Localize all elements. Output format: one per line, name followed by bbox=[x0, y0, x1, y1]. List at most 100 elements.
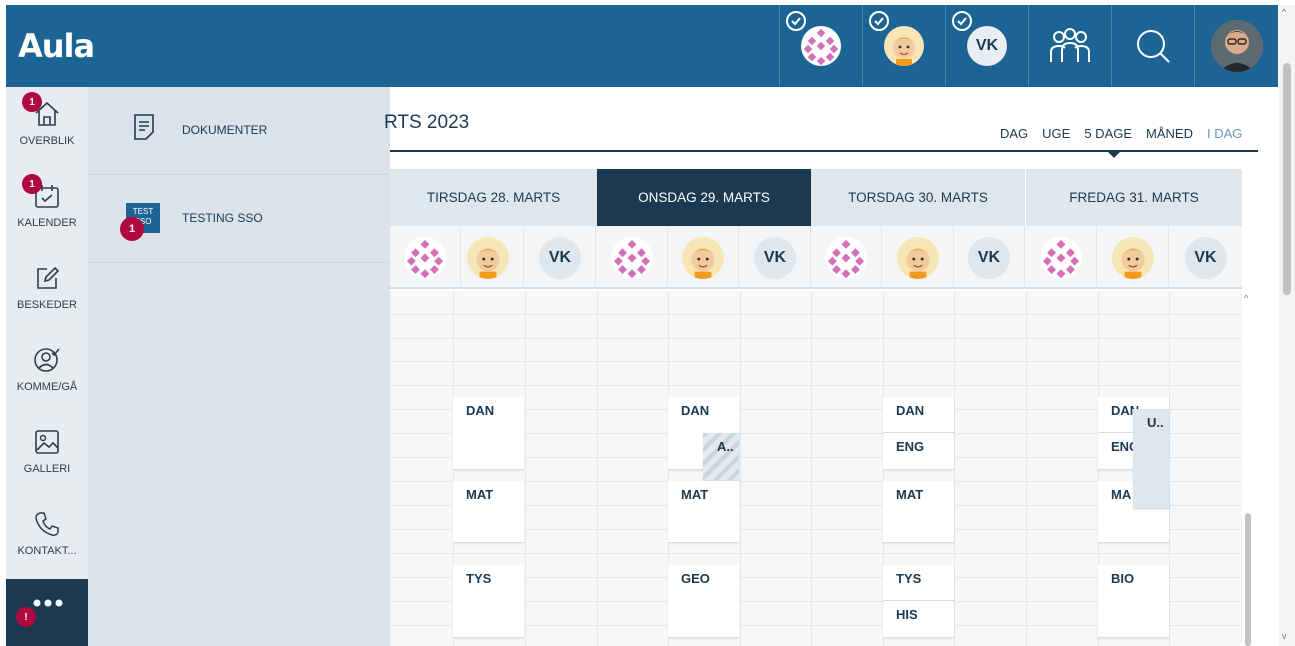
more-flyout-menu: DOKUMENTER TEST SSO 1 TESTING SSO bbox=[88, 87, 390, 646]
profile-pattern[interactable] bbox=[1026, 226, 1097, 289]
event-tue-mat[interactable]: MAT bbox=[453, 481, 524, 543]
aula-logo[interactable]: Aula bbox=[18, 27, 95, 65]
schedule-grid[interactable]: DAN MAT TYS DAN A.. MAT GEO DAN ENG MAT … bbox=[390, 291, 1242, 646]
pattern-avatar bbox=[404, 236, 446, 279]
search-icon bbox=[1137, 30, 1170, 63]
event-thu-dan[interactable]: DAN bbox=[883, 397, 954, 433]
nav-item-overblik[interactable]: OVERBLIK 1 bbox=[6, 87, 88, 169]
profile-vk[interactable]: VK bbox=[740, 226, 811, 289]
profile-child[interactable] bbox=[883, 226, 954, 289]
event-wed-overlay[interactable]: A.. bbox=[703, 433, 739, 481]
event-wed-geo[interactable]: GEO bbox=[668, 565, 739, 638]
child-avatar bbox=[1112, 236, 1154, 279]
vk-avatar: VK bbox=[967, 26, 1007, 66]
pattern-avatar bbox=[611, 236, 653, 279]
profile-pattern[interactable] bbox=[597, 226, 668, 289]
event-thu-mat[interactable]: MAT bbox=[883, 481, 954, 543]
flyout-label-dokumenter: DOKUMENTER bbox=[182, 123, 268, 137]
event-wed-mat[interactable]: MAT bbox=[668, 481, 739, 543]
person-check-icon bbox=[32, 345, 62, 375]
pattern-avatar bbox=[801, 26, 841, 66]
day-header-thu[interactable]: TORSDAG 30. MARTS bbox=[811, 169, 1025, 226]
child-avatar bbox=[897, 236, 939, 279]
profile-vk[interactable]: VK bbox=[954, 226, 1025, 289]
nav-item-kontakt[interactable]: KONTAKT... bbox=[6, 497, 88, 579]
active-tab-pointer bbox=[1107, 151, 1121, 158]
grid-scroll-up-icon[interactable]: ^ bbox=[1244, 293, 1248, 303]
child-avatar bbox=[682, 236, 724, 279]
profile-vk[interactable]: VK bbox=[525, 226, 596, 289]
profile-child[interactable] bbox=[668, 226, 739, 289]
scroll-up-icon[interactable]: ^ bbox=[1282, 7, 1286, 17]
pattern-avatar bbox=[1040, 236, 1082, 279]
page-scrollbar[interactable]: ^ v bbox=[1279, 5, 1295, 646]
document-icon bbox=[134, 114, 154, 140]
groups-icon bbox=[1050, 28, 1090, 62]
nav-label-overblik: OVERBLIK bbox=[19, 135, 75, 147]
nav-item-galleri[interactable]: GALLERI bbox=[6, 415, 88, 497]
user-avatar bbox=[1210, 20, 1263, 72]
grid-scrollbar[interactable]: ^ bbox=[1243, 291, 1255, 646]
header-divider bbox=[390, 150, 1258, 152]
top-header: Aula VK bbox=[6, 5, 1278, 87]
search-button[interactable] bbox=[1111, 5, 1194, 87]
vk-avatar: VK bbox=[539, 236, 581, 279]
groups-button[interactable] bbox=[1028, 5, 1111, 87]
tab-dag[interactable]: DAG bbox=[1000, 126, 1028, 141]
grid-scroll-thumb[interactable] bbox=[1245, 513, 1251, 646]
event-thu-eng[interactable]: ENG bbox=[883, 433, 954, 470]
image-icon bbox=[32, 427, 62, 457]
tab-uge[interactable]: UGE bbox=[1042, 126, 1070, 141]
profile-filter-row: VK VK VK VK bbox=[390, 226, 1242, 289]
notification-badge: 1 bbox=[22, 174, 42, 194]
child-profile-2[interactable] bbox=[862, 5, 945, 87]
alert-badge: ! bbox=[16, 607, 36, 627]
pattern-avatar bbox=[825, 236, 867, 279]
nav-item-komme-ga[interactable]: KOMME/GÅ bbox=[6, 333, 88, 415]
event-tue-tys[interactable]: TYS bbox=[453, 565, 524, 638]
nav-label-beskeder: BESKEDER bbox=[17, 299, 77, 311]
profile-vk[interactable]: VK bbox=[1169, 226, 1242, 289]
event-thu-his[interactable]: HIS bbox=[883, 601, 954, 638]
user-profile-button[interactable] bbox=[1194, 5, 1278, 87]
profile-child[interactable] bbox=[453, 226, 524, 289]
nav-item-kalender[interactable]: KALENDER 1 bbox=[6, 169, 88, 251]
view-tabs: DAG UGE 5 DAGE MÅNED I DAG bbox=[1000, 126, 1242, 141]
day-header-fri[interactable]: FREDAG 31. MARTS bbox=[1026, 169, 1242, 226]
check-icon bbox=[786, 11, 806, 31]
scroll-down-icon[interactable]: v bbox=[1282, 631, 1287, 641]
child-avatar bbox=[884, 26, 924, 66]
flyout-item-dokumenter[interactable]: DOKUMENTER bbox=[88, 87, 390, 175]
tab-5-dage[interactable]: 5 DAGE bbox=[1084, 126, 1132, 141]
nav-label-kalender: KALENDER bbox=[17, 217, 77, 229]
day-header-tue[interactable]: TIRSDAG 28. MARTS bbox=[390, 169, 597, 226]
more-dots-icon bbox=[33, 599, 63, 607]
phone-icon bbox=[32, 509, 62, 539]
profile-vk[interactable]: VK bbox=[945, 5, 1028, 87]
event-fri-bio[interactable]: BIO bbox=[1098, 565, 1169, 638]
tab-maned[interactable]: MÅNED bbox=[1146, 126, 1193, 141]
edit-icon bbox=[32, 263, 62, 293]
child-profile-1[interactable] bbox=[779, 5, 862, 87]
event-tue-dan[interactable]: DAN bbox=[453, 397, 524, 470]
notification-badge: 1 bbox=[22, 92, 42, 112]
profile-pattern[interactable] bbox=[390, 226, 461, 289]
check-icon bbox=[869, 11, 889, 31]
flyout-item-testing-sso[interactable]: TEST SSO 1 TESTING SSO bbox=[88, 175, 390, 263]
nav-label-galleri: GALLERI bbox=[23, 463, 71, 475]
scroll-thumb[interactable] bbox=[1283, 63, 1291, 295]
calendar-title: RTS 2023 bbox=[384, 112, 470, 133]
profile-pattern[interactable] bbox=[811, 226, 882, 289]
more-menu-button[interactable]: ! bbox=[6, 579, 88, 646]
event-fri-overlay[interactable]: U.. bbox=[1133, 409, 1169, 509]
day-header-wed[interactable]: ONSDAG 29. MARTS bbox=[597, 169, 811, 226]
profile-child[interactable] bbox=[1098, 226, 1169, 289]
flyout-label-testing-sso: TESTING SSO bbox=[182, 211, 263, 225]
vk-avatar: VK bbox=[754, 236, 796, 279]
event-thu-tys[interactable]: TYS bbox=[883, 565, 954, 601]
tab-i-dag[interactable]: I DAG bbox=[1207, 126, 1242, 141]
vk-avatar: VK bbox=[1184, 236, 1227, 279]
nav-item-beskeder[interactable]: BESKEDER bbox=[6, 251, 88, 333]
check-icon bbox=[952, 11, 972, 31]
notification-badge: 1 bbox=[120, 217, 144, 241]
